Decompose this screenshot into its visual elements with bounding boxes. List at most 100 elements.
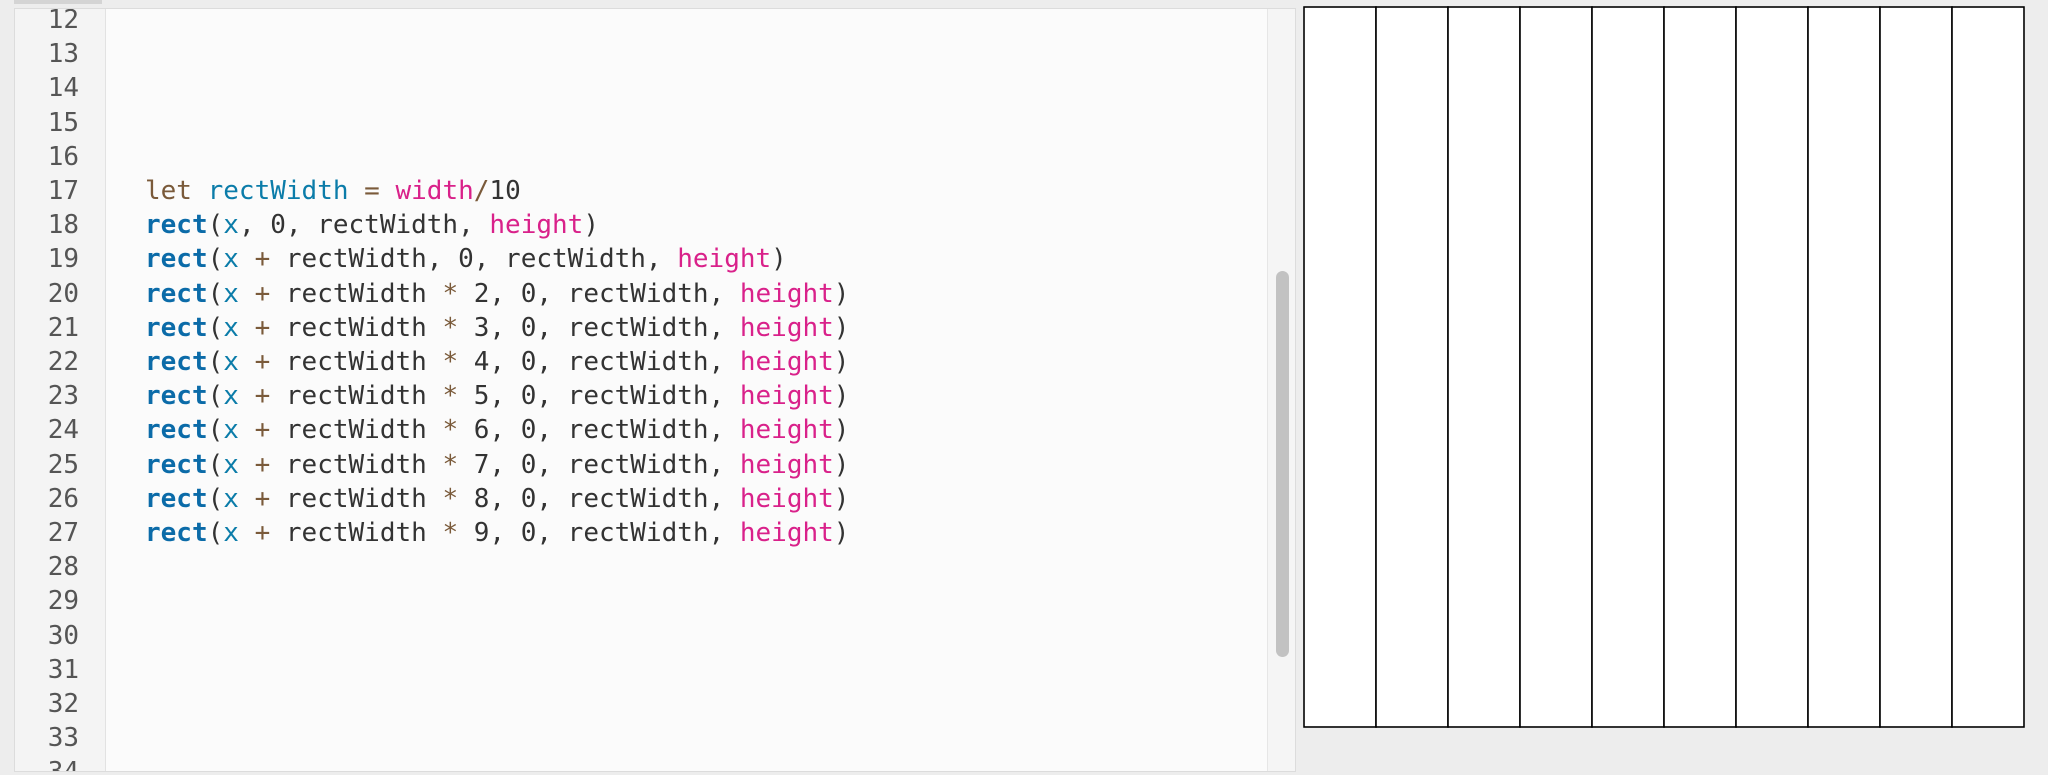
line-number-gutter: 12 13 14 15 16 17 18 19 20 21 22 23 24 25 26 27 28 29 30 31…: [15, 9, 106, 771]
code-line[interactable]: rect(x, 0, rectWidth, height): [145, 208, 599, 242]
code-token: *: [442, 449, 459, 480]
code-token: let: [145, 176, 208, 206]
code-token: width: [395, 176, 474, 206]
code-token: 3, 0, rectWidth,: [458, 312, 740, 343]
code-area[interactable]: let rectWidth = width/10 rect(x, 0, rectW…: [145, 9, 1265, 771]
code-token: +: [238, 278, 286, 309]
code-token: rectWidth: [285, 381, 443, 412]
code-line[interactable]: rect(x + rectWidth * 9, 0, rectWidth, he…: [145, 516, 849, 550]
code-token: x: [223, 483, 239, 514]
code-token: =: [348, 176, 396, 206]
code-token: height: [677, 244, 772, 275]
code-token: height: [489, 210, 584, 241]
code-line[interactable]: rect(x + rectWidth * 2, 0, rectWidth, he…: [145, 277, 849, 311]
code-token: height: [739, 312, 834, 343]
code-line[interactable]: rect(x + rectWidth * 5, 0, rectWidth, he…: [145, 379, 849, 413]
code-token: rect: [145, 347, 208, 377]
code-token: ): [833, 518, 850, 548]
line-number: 32: [47, 689, 79, 719]
line-number: 26: [47, 483, 79, 514]
code-token: +: [238, 381, 286, 412]
sketch-preview-canvas: [1303, 6, 2025, 728]
line-number: 20: [47, 278, 79, 309]
code-token: rect: [145, 381, 208, 412]
code-token: *: [442, 483, 459, 514]
code-token: height: [739, 518, 834, 548]
code-token: rect: [145, 278, 208, 309]
code-editor[interactable]: 12 13 14 15 16 17 18 19 20 21 22 23 24 25 26 27 28 29 30 31…: [14, 8, 1296, 772]
preview-rect: [1375, 6, 1449, 728]
preview-rect: [1663, 6, 1737, 728]
code-token: height: [739, 449, 834, 480]
code-line[interactable]: rect(x + rectWidth * 7, 0, rectWidth, he…: [145, 448, 849, 482]
code-token: rect: [145, 244, 208, 275]
code-token: ): [833, 347, 850, 377]
code-token: (: [207, 415, 224, 446]
code-token: 8, 0, rectWidth,: [458, 483, 740, 514]
code-token: rect: [145, 483, 208, 514]
code-line[interactable]: let rectWidth = width/10: [145, 174, 521, 208]
code-token: 6, 0, rectWidth,: [458, 415, 740, 446]
code-token: x: [223, 210, 239, 241]
code-token: rectWidth: [285, 518, 443, 548]
code-token: rectWidth: [285, 415, 443, 446]
code-token: 9, 0, rectWidth,: [458, 518, 740, 548]
code-token: height: [739, 415, 834, 446]
line-number: 30: [47, 620, 79, 651]
code-line[interactable]: rect(x + rectWidth * 8, 0, rectWidth, he…: [145, 482, 849, 516]
preview-svg: [1303, 6, 2025, 728]
editor-top-tab: [14, 0, 102, 4]
preview-rect: [1951, 6, 2025, 728]
code-token: *: [442, 347, 459, 377]
code-token: ): [833, 483, 850, 514]
code-token: rectWidth: [285, 347, 443, 377]
code-token: (: [207, 381, 224, 412]
code-token: ): [771, 244, 787, 275]
line-number: 18: [47, 210, 79, 241]
code-token: x: [223, 381, 239, 412]
code-token: (: [207, 449, 224, 480]
preview-rect: [1519, 6, 1593, 728]
code-line[interactable]: rect(x + rectWidth, 0, rectWidth, height…: [145, 242, 787, 276]
line-number: 16: [47, 141, 79, 172]
code-token: rectWidth: [285, 278, 443, 309]
editor-scrollbar-thumb[interactable]: [1276, 271, 1289, 657]
code-token: height: [739, 483, 834, 514]
code-token: rectWidth, 0, rectWidth,: [285, 244, 678, 275]
line-number: 22: [47, 347, 79, 377]
code-token: ): [833, 449, 850, 480]
code-line[interactable]: rect(x + rectWidth * 6, 0, rectWidth, he…: [145, 413, 849, 447]
line-number: 24: [47, 415, 79, 446]
code-token: +: [238, 347, 286, 377]
line-number: 27: [47, 518, 79, 548]
code-token: height: [739, 381, 834, 412]
code-token: 7, 0, rectWidth,: [458, 449, 740, 480]
code-token: height: [739, 278, 834, 309]
code-token: rect: [145, 210, 208, 241]
line-number: 33: [47, 723, 79, 754]
line-number: 23: [47, 381, 79, 412]
code-token: (: [207, 210, 224, 241]
code-token: rect: [145, 518, 208, 548]
line-number: 19: [47, 244, 79, 275]
code-token: ): [833, 312, 850, 343]
code-token: *: [442, 312, 459, 343]
code-line[interactable]: rect(x + rectWidth * 3, 0, rectWidth, he…: [145, 311, 849, 345]
code-token: x: [223, 312, 239, 343]
code-token: +: [238, 449, 286, 480]
code-token: rect: [145, 415, 208, 446]
code-token: *: [442, 278, 459, 309]
line-number: 21: [47, 312, 79, 343]
code-token: ): [583, 210, 599, 241]
code-token: *: [442, 381, 459, 412]
line-number: 34: [48, 755, 79, 771]
code-token: (: [207, 347, 224, 377]
preview-rect: [1303, 6, 1377, 728]
code-token: rectWidth: [207, 176, 349, 206]
preview-rect: [1447, 6, 1521, 728]
code-token: (: [207, 483, 224, 514]
code-line[interactable]: rect(x + rectWidth * 4, 0, rectWidth, he…: [145, 345, 849, 379]
editor-scrollbar[interactable]: [1267, 9, 1295, 771]
code-token: (: [207, 244, 224, 275]
code-token: , 0, rectWidth,: [238, 210, 490, 241]
